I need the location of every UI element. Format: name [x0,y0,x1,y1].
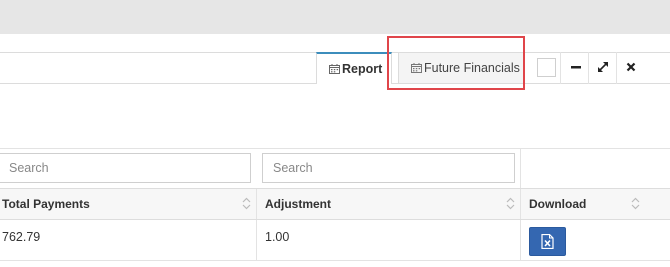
download-excel-button[interactable] [529,227,566,256]
column-header-label: Adjustment [265,197,331,211]
divider [588,52,589,84]
column-header-label: Total Payments [2,197,90,211]
column-divider [520,149,521,189]
column-header-label: Download [529,197,587,211]
table-row: 762.79 1.00 [0,220,670,260]
panel-option-box[interactable] [537,58,556,77]
tab-report-label: Report [342,62,383,76]
minimize-button[interactable] [565,56,587,78]
column-divider [520,189,521,219]
sort-icon[interactable] [506,197,515,210]
search-input-adjustment[interactable] [262,153,515,183]
column-header-total-payments[interactable]: Total Payments [2,189,90,219]
calendar-icon [329,64,340,74]
filter-row [0,148,670,189]
close-icon [626,62,636,72]
close-button[interactable] [620,56,642,78]
minimize-icon [571,66,581,69]
tab-report[interactable]: Report [316,52,392,84]
column-divider [256,220,257,260]
column-divider [520,220,521,260]
table-header: Total Payments Adjustment Download [0,188,670,220]
column-divider [256,189,257,219]
calendar-icon [411,63,422,73]
search-input-total-payments[interactable] [0,153,251,183]
cell-total-payments: 762.79 [2,230,41,244]
sort-icon[interactable] [631,197,640,210]
table-bottom-border [0,260,670,261]
maximize-icon [598,62,608,72]
column-header-download[interactable]: Download [529,189,586,219]
divider [616,52,617,84]
divider [560,52,561,84]
maximize-button[interactable] [592,56,614,78]
tab-future-financials-label: Future Financials [424,61,520,75]
cell-adjustment: 1.00 [265,230,290,244]
tab-future-financials[interactable]: Future Financials [398,52,525,84]
sort-icon[interactable] [242,197,251,210]
column-header-adjustment[interactable]: Adjustment [265,189,331,219]
excel-file-icon [541,234,554,249]
browser-top-bar [0,0,670,34]
